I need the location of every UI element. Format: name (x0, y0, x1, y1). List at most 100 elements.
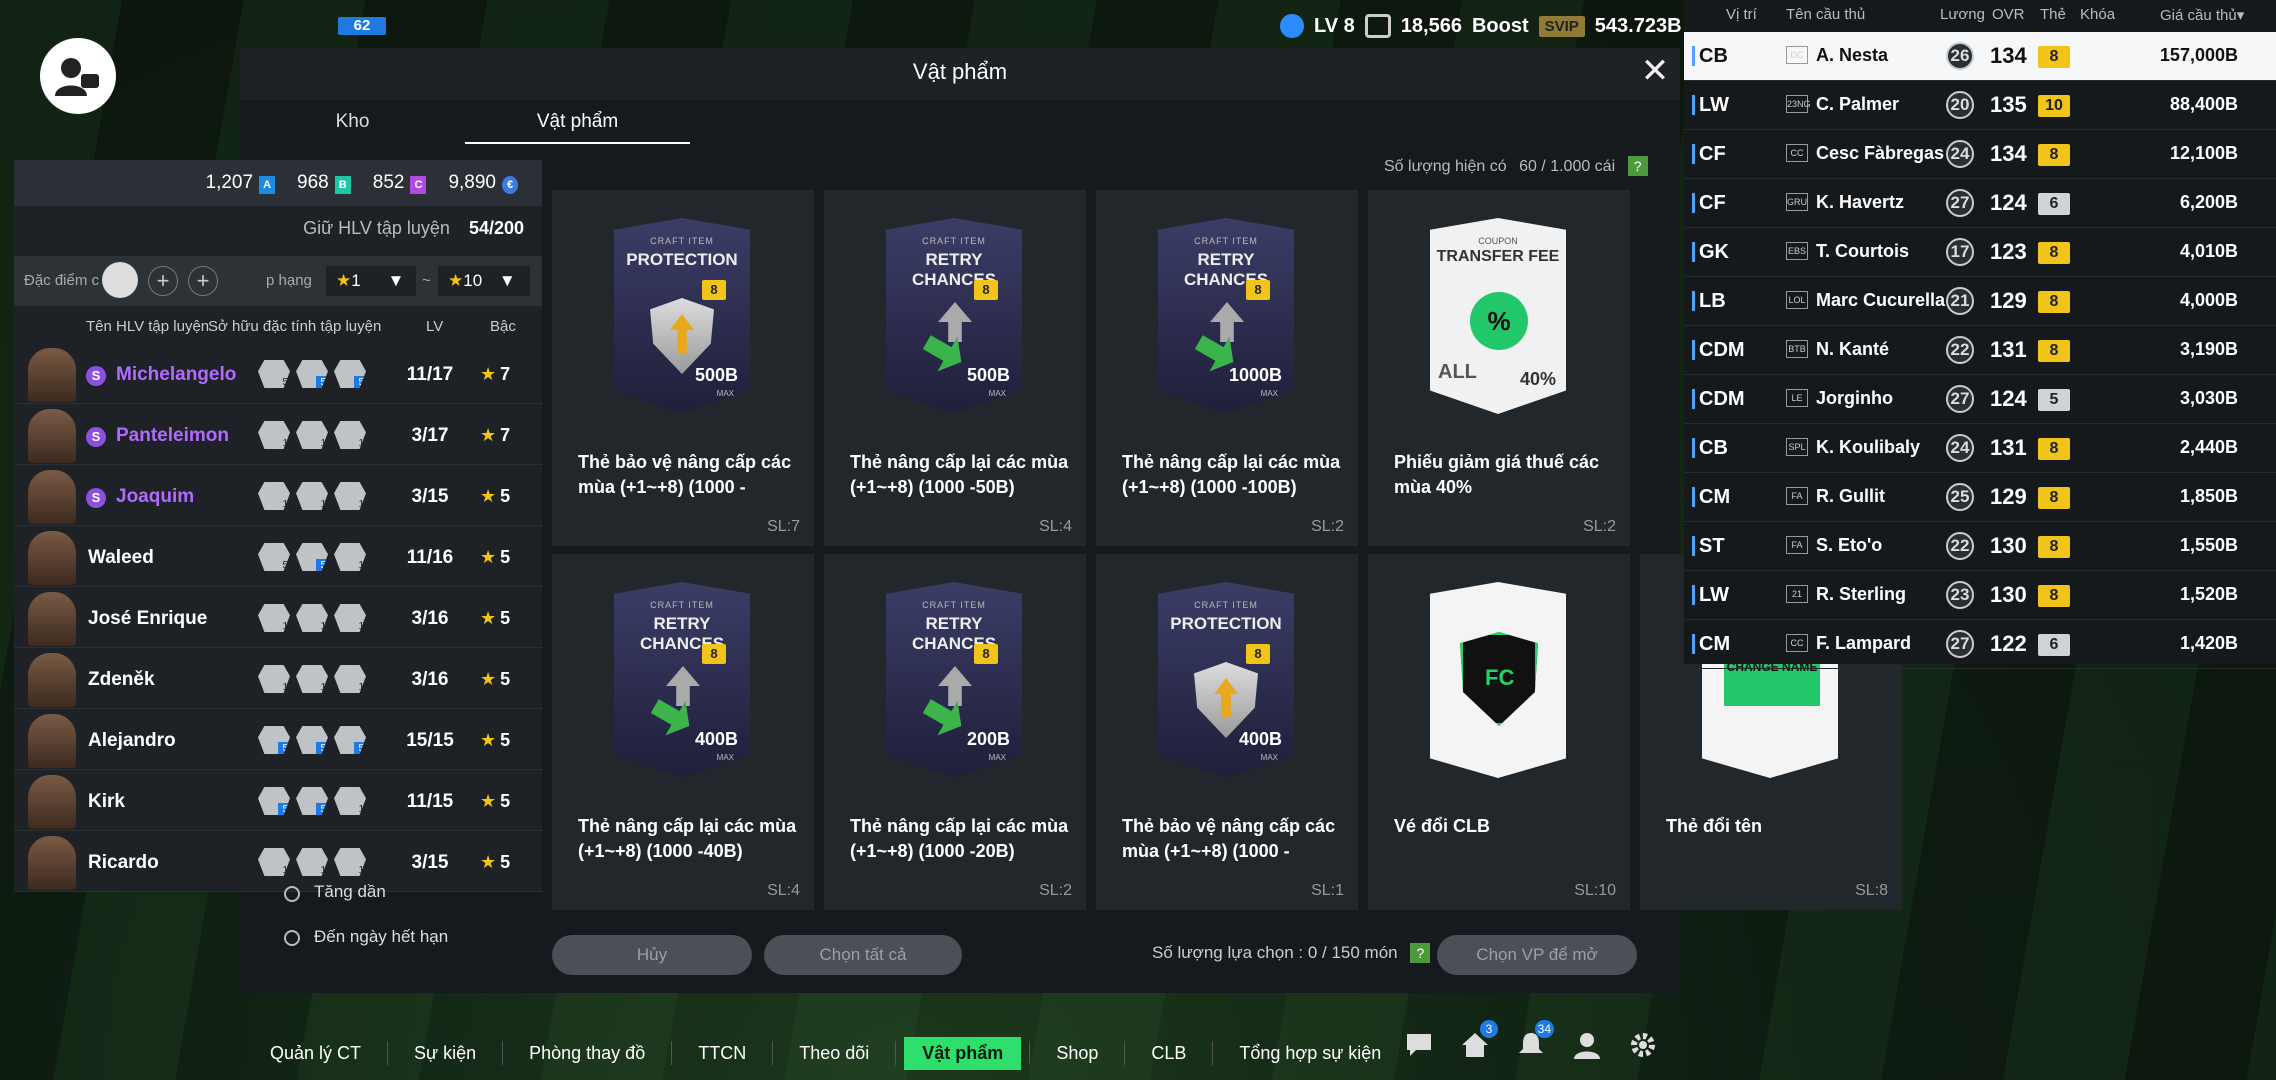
cancel-button[interactable]: Hủy (552, 935, 752, 975)
chat-icon[interactable] (1404, 1030, 1434, 1060)
trait-icon: 5 (296, 543, 328, 571)
nav-item[interactable]: Tổng hợp sự kiện (1221, 1037, 1399, 1070)
sort-radio[interactable] (284, 930, 300, 946)
player-row[interactable]: CF GRU K. Havertz 27 124 6 6,200B (1684, 179, 2276, 228)
percent-icon: % (1470, 292, 1528, 350)
player-row[interactable]: GK EBS T. Courtois 17 123 8 4,010B (1684, 228, 2276, 277)
nav-item[interactable]: Theo dõi (781, 1037, 887, 1070)
player-row[interactable]: CDM LE Jorginho 27 124 5 3,030B (1684, 375, 2276, 424)
nav-items: Quản lý CT Sự kiện Phòng thay đồ TTCN Theo d… (252, 1036, 1399, 1070)
col-lock[interactable]: Khóa (2080, 6, 2115, 23)
item-card[interactable]: CRAFT ITEM PROTECTION 8 500B MAX Thẻ bảo vệ… (552, 190, 814, 546)
star-icon: ★ (480, 669, 497, 689)
player-row[interactable]: LB LOL Marc Cucurella 21 129 8 4,000B (1684, 277, 2276, 326)
protection-card-art: CRAFT ITEM PROTECTION 8 400B MAX (1158, 582, 1294, 778)
coach-row[interactable]: José Enrique 111 3/16 ★ 5 (14, 588, 542, 648)
col-position[interactable]: Vị trí (1726, 6, 1757, 23)
nav-item[interactable]: Shop (1038, 1037, 1116, 1070)
col-price[interactable]: Giá cầu thủ▾ (2160, 6, 2244, 24)
home-icon[interactable]: 3 (1460, 1020, 1498, 1060)
nav-item[interactable]: CLB (1133, 1037, 1204, 1070)
player-salary: 27 (1946, 189, 1974, 217)
retry-arrow-icon (920, 666, 990, 734)
nav-item[interactable]: Phòng thay đồ (511, 1037, 663, 1070)
player-position: CM (1692, 634, 1730, 654)
item-card[interactable]: CRAFT ITEM RETRY CHANCES 8 200B MAX Thẻ nân… (824, 554, 1086, 910)
currency-b-icon: B (334, 176, 351, 194)
coach-grade: ★ 5 (480, 669, 511, 689)
player-row[interactable]: CB DC A. Nesta 26 134 8 157,000B (1684, 32, 2276, 81)
trait-filter-icon[interactable] (102, 262, 138, 298)
open-item-button[interactable]: Chọn VP để mở (1437, 935, 1637, 975)
trait-icon: 1 (296, 604, 328, 632)
coach-row[interactable]: S Joaquim 111 3/15 ★ 5 (14, 466, 542, 526)
tab-storage[interactable]: Kho (240, 100, 465, 144)
player-row[interactable]: CB SPL K. Koulibaly 24 131 8 2,440B (1684, 424, 2276, 473)
player-row[interactable]: CDM BTB N. Kanté 22 131 8 3,190B (1684, 326, 2276, 375)
coach-row[interactable]: Zdeněk 111 3/16 ★ 5 (14, 649, 542, 709)
hold-label: Giữ HLV tập luyện (303, 218, 450, 238)
item-card[interactable]: FC Vé đổi CLB SL:10 (1368, 554, 1630, 910)
player-name: F. Lampard (1816, 633, 1912, 653)
grade-from-select[interactable]: ★1 ▼ (326, 266, 416, 296)
trait-icon: 1 (258, 604, 290, 632)
nav-item[interactable]: Vật phẩm (904, 1036, 1022, 1070)
coach-row[interactable]: Kirk 551 11/15 ★ 5 (14, 771, 542, 831)
col-salary[interactable]: Lương (1940, 6, 1985, 23)
player-row[interactable]: LW 21 R. Sterling 23 130 8 1,520B (1684, 571, 2276, 620)
player-row[interactable]: CM CC F. Lampard 27 122 6 1,420B (1684, 620, 2276, 669)
coach-row[interactable]: Waleed 551 11/16 ★ 5 (14, 527, 542, 587)
player-row[interactable]: ST FA S. Eto'o 22 130 8 1,550B (1684, 522, 2276, 571)
player-price: 1,850B (2179, 486, 2238, 506)
col-player-name[interactable]: Tên cầu thủ (1786, 6, 1865, 23)
tab-items[interactable]: Vật phẩm (465, 100, 690, 144)
player-name: S. Eto'o (1816, 535, 1883, 555)
nav-item[interactable]: Quản lý CT (252, 1037, 379, 1070)
top-stats: LV 8 18,566 Boost SVIP 543.723B (1280, 10, 1716, 42)
item-card[interactable]: CRAFT ITEM PROTECTION 8 400B MAX Thẻ bảo vệ… (1096, 554, 1358, 910)
add-filter-icon[interactable]: + (148, 266, 178, 296)
add-filter-icon[interactable]: + (188, 266, 218, 296)
player-name: T. Courtois (1816, 241, 1909, 261)
bell-icon[interactable]: 34 (1516, 1020, 1554, 1060)
sort-radio[interactable] (284, 886, 300, 902)
profile-icon[interactable] (1572, 1030, 1602, 1060)
coach-grade: ★ 7 (480, 364, 511, 384)
coach-row[interactable]: S Panteleimon 111 3/17 ★ 7 (14, 405, 542, 465)
select-all-button[interactable]: Chọn tất cả (764, 935, 962, 975)
gear-icon[interactable] (1628, 1030, 1658, 1060)
coach-row[interactable]: Alejandro 555 15/15 ★ 5 (14, 710, 542, 770)
trait-icon: 5 (258, 787, 290, 815)
col-ovr[interactable]: OVR (1992, 6, 2025, 23)
player-price: 4,010B (2179, 241, 2238, 261)
nav-item[interactable]: Sự kiện (396, 1037, 494, 1070)
col-card[interactable]: Thẻ (2040, 6, 2066, 23)
item-quantity: SL:2 (1583, 518, 1616, 535)
item-card[interactable]: COUPON TRANSFER FEE % ALL 40% Phiếu giảm gi… (1368, 190, 1630, 546)
close-icon[interactable]: ✕ (1640, 54, 1670, 88)
player-position: CM (1692, 487, 1730, 507)
item-quantity: SL:4 (767, 882, 800, 899)
coach-row[interactable]: S Michelangelo 555 11/17 ★ 7 (14, 344, 542, 404)
sort-option-expiry[interactable]: Đến ngày hết hạn (314, 927, 448, 947)
nav-item[interactable]: TTCN (680, 1037, 764, 1070)
coach-column-header: Tên HLV tập luyện Sở hữu đặc tính tập lu… (14, 316, 542, 340)
sort-option-asc[interactable]: Tăng dần (314, 882, 386, 902)
trait-icon: 5 (258, 543, 290, 571)
coach-row[interactable]: Ricardo 111 3/15 ★ 5 (14, 832, 542, 892)
help-icon[interactable]: ? (1627, 156, 1648, 176)
help-icon[interactable]: ? (1410, 943, 1431, 963)
item-card[interactable]: CRAFT ITEM RETRY CHANCES 8 1000B MAX Thẻ nâ… (1096, 190, 1358, 546)
player-row[interactable]: LW 23NG C. Palmer 20 135 10 88,400B (1684, 81, 2276, 130)
item-card[interactable]: CRAFT ITEM RETRY CHANCES 8 400B MAX Thẻ nân… (552, 554, 814, 910)
item-card[interactable]: CRAFT ITEM RETRY CHANCES 8 500B MAX Thẻ nân… (824, 190, 1086, 546)
user-avatar-button[interactable] (40, 38, 116, 114)
item-quantity: SL:1 (1311, 882, 1344, 899)
player-row[interactable]: CF CC Cesc Fàbregas 24 134 8 12,100B (1684, 130, 2276, 179)
hold-value: 54/200 (468, 218, 524, 238)
coach-level: 15/15 (406, 730, 454, 751)
player-card-level: 8 (2038, 242, 2070, 264)
player-row[interactable]: CM FA R. Gullit 25 129 8 1,850B (1684, 473, 2276, 522)
grade-to-select[interactable]: ★10 ▼ (438, 266, 530, 296)
trait-icon: 1 (334, 787, 366, 815)
